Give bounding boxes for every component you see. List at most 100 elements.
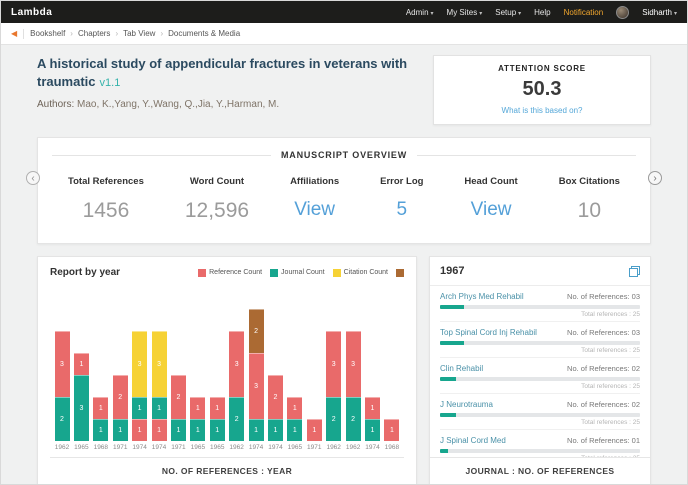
divider: [417, 155, 636, 156]
bar-year-label: 1974: [152, 444, 166, 451]
journal-ref-count: No. of References: 03: [567, 328, 640, 337]
journal-item: J Spinal Cord MedNo. of References: 01To…: [440, 430, 640, 457]
menu-setup[interactable]: Setup▾: [495, 8, 521, 17]
bar-segment-reference: 3: [326, 331, 341, 397]
breadcrumb-item-chapters[interactable]: Chapters: [78, 29, 110, 38]
version-label: v1.1: [100, 77, 121, 89]
breadcrumb-item-tab-view[interactable]: Tab View: [123, 29, 155, 38]
bar-segment-reference: 1: [190, 397, 205, 419]
topbar-right: Admin▾ My Sites▾ Setup▾ Help Notification S…: [406, 6, 677, 19]
bar-year-label: 1974: [365, 444, 379, 451]
progress-fill: [440, 305, 464, 309]
bar-segment-reference: 2: [171, 375, 186, 419]
bar-segment-reference: 1: [307, 419, 322, 441]
copy-icon[interactable]: [629, 266, 640, 277]
bar-segment-reference: 3: [55, 331, 70, 397]
bar-1968[interactable]: 1: [384, 419, 399, 441]
bar-segment-journal: 1: [365, 419, 380, 441]
bar-segment-journal: 1: [93, 419, 108, 441]
bar-column: 11 1974: [365, 397, 381, 451]
progress-track: [440, 377, 640, 381]
bar-1965[interactable]: 11: [287, 397, 302, 441]
bar-year-label: 1965: [210, 444, 224, 451]
carousel-next-button[interactable]: ›: [648, 171, 662, 185]
metric-head-count: Head CountView: [464, 176, 517, 223]
bar-column: 1321974: [248, 309, 264, 451]
bar-1974[interactable]: 132: [249, 309, 264, 441]
bar-1965[interactable]: 11: [210, 397, 225, 441]
bar-year-label: 1962: [326, 444, 340, 451]
bar-segment-reference: 1: [74, 353, 89, 375]
metric-label: Error Log: [380, 176, 423, 187]
menu-admin[interactable]: Admin▾: [406, 8, 434, 17]
chart-legend: Reference CountJournal CountCitation Cou…: [198, 269, 404, 277]
authors-label: Authors:: [37, 99, 74, 110]
legend-swatch: [396, 269, 404, 277]
avatar[interactable]: [616, 6, 629, 19]
carousel-prev-button[interactable]: ‹: [26, 171, 40, 185]
bar-1965[interactable]: 31: [74, 353, 89, 441]
attention-score-card: ATTENTION SCORE 50.3 What is this based …: [433, 55, 651, 125]
bar-segment-reference: 1: [384, 419, 399, 441]
chevron-down-icon: ▾: [431, 11, 434, 17]
bar-segment-reference: 1: [365, 397, 380, 419]
bar-1971[interactable]: 12: [113, 375, 128, 441]
journal-item: J NeurotraumaNo. of References: 02 Total …: [440, 394, 640, 430]
bar-1974[interactable]: 12: [268, 375, 283, 441]
title-block: A historical study of appendicular fract…: [37, 55, 427, 110]
metric-value-error-log[interactable]: 5: [380, 199, 423, 221]
metric-value-affiliations[interactable]: View: [290, 199, 339, 221]
journal-name-link[interactable]: Clin Rehabil: [440, 364, 483, 373]
bar-column: 11968: [384, 419, 400, 451]
attention-score-info-link[interactable]: What is this based on?: [444, 106, 640, 115]
bar-1974[interactable]: 11: [365, 397, 380, 441]
legend-swatch: [270, 269, 278, 277]
bar-1974[interactable]: 113: [152, 331, 167, 441]
bar-segment-journal: 1: [268, 419, 283, 441]
progress-track: [440, 413, 640, 417]
menu-help[interactable]: Help: [534, 8, 550, 17]
bar-1962[interactable]: 23: [346, 331, 361, 441]
journal-panel-footer: JOURNAL : NO. OF REFERENCES: [430, 457, 650, 485]
collapse-arrow-icon[interactable]: ◀: [11, 29, 17, 38]
user-menu[interactable]: Sidharth▾: [642, 8, 677, 17]
bar-column: 1131974: [132, 331, 148, 451]
bar-1974[interactable]: 113: [132, 331, 147, 441]
bar-1965[interactable]: 11: [190, 397, 205, 441]
journal-ref-count: No. of References: 01: [567, 436, 640, 445]
bar-1962[interactable]: 23: [326, 331, 341, 441]
bar-1968[interactable]: 11: [93, 397, 108, 441]
bar-column: 231962: [229, 331, 245, 451]
menu-my-sites[interactable]: My Sites▾: [447, 8, 483, 17]
bar-segment-journal: 1: [132, 397, 147, 419]
journal-name-link[interactable]: J Spinal Cord Med: [440, 436, 506, 445]
journal-name-link[interactable]: Arch Phys Med Rehabil: [440, 292, 524, 301]
bar-column: 121971: [170, 375, 186, 451]
bar-segment-reference: 1: [93, 397, 108, 419]
bar-segment-citation: 3: [132, 331, 147, 397]
journal-row-top: J NeurotraumaNo. of References: 02: [440, 400, 640, 409]
breadcrumb-item-bookshelf[interactable]: Bookshelf: [30, 29, 65, 38]
bar-1962[interactable]: 23: [229, 331, 244, 441]
authors-line: Authors: Mao, K.,Yang, Y.,Wang, Q.,Jia, …: [37, 99, 427, 110]
journal-row-top: J Spinal Cord Med No. of References: 01: [440, 436, 640, 445]
journal-name-link[interactable]: Top Spinal Cord Inj Rehabil: [440, 328, 537, 337]
journal-total-refs: Total references : 25: [440, 347, 640, 354]
journal-name-link[interactable]: J Neurotrauma: [440, 400, 493, 409]
breadcrumb-item-documents-media[interactable]: Documents & Media: [168, 29, 240, 38]
legend-item-box: [396, 269, 404, 277]
bar-1971[interactable]: 12: [171, 375, 186, 441]
journal-total-refs: Total references : 25: [440, 419, 640, 426]
header-section: A historical study of appendicular fract…: [1, 45, 687, 133]
bar-1962[interactable]: 23: [55, 331, 70, 441]
metric-box-citations: Box Citations10: [559, 176, 620, 223]
bar-segment-reference: 1: [210, 397, 225, 419]
bar-segment-reference: 3: [249, 353, 264, 419]
bar-1971[interactable]: 1: [307, 419, 322, 441]
metric-value-head-count[interactable]: View: [464, 199, 517, 221]
bar-segment-journal: 1: [210, 419, 225, 441]
metric-total-references: Total References1456: [68, 176, 144, 223]
journal-total-refs: Total references : 25: [440, 311, 640, 318]
chart-x-axis-label: NO. OF REFERENCES : YEAR: [50, 457, 404, 485]
notification-link[interactable]: Notification: [564, 8, 604, 17]
